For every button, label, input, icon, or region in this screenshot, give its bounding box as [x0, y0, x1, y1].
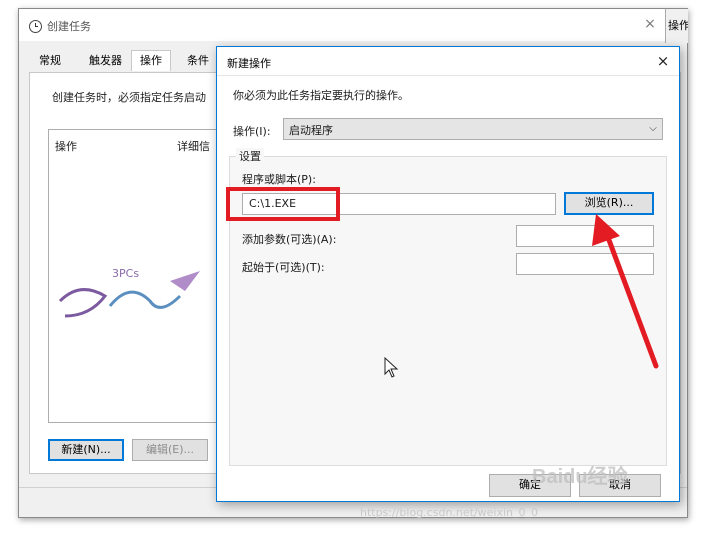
- arguments-input[interactable]: [516, 225, 654, 247]
- window-title: 创建任务: [47, 20, 91, 33]
- background-window-edge: 操作: [665, 9, 688, 43]
- edit-action-button[interactable]: 编辑(E)...: [132, 439, 208, 461]
- actions-description: 创建任务时，必须指定任务启动: [52, 91, 206, 104]
- tab-triggers[interactable]: 触发器: [81, 51, 130, 71]
- settings-group-title: 设置: [236, 148, 264, 164]
- clock-icon: [29, 20, 42, 33]
- dialog-body: 你必须为此任务指定要执行的操作。 操作(I): 启动程序 ⌵ 设置 程序或脚本(…: [217, 76, 679, 501]
- dialog-title: 新建操作: [227, 57, 271, 70]
- logo-swirl: [58, 288, 108, 318]
- dialog-instruction: 你必须为此任务指定要执行的操作。: [233, 89, 409, 102]
- close-icon[interactable]: ×: [653, 51, 673, 71]
- new-action-dialog: 新建操作 × 你必须为此任务指定要执行的操作。 操作(I): 启动程序 ⌵ 设置…: [216, 46, 680, 502]
- tab-conditions[interactable]: 条件: [179, 51, 217, 71]
- start-in-input[interactable]: [516, 253, 654, 275]
- dialog-title-bar: 新建操作 ×: [217, 47, 679, 76]
- chevron-down-icon[interactable]: ⌵: [646, 120, 660, 138]
- baidu-watermark: Baidu经验: [532, 466, 628, 488]
- title-bar: 创建任务 ×: [19, 9, 687, 41]
- action-dropdown[interactable]: 启动程序 ⌵: [283, 118, 663, 140]
- action-dropdown-value: 启动程序: [289, 124, 333, 137]
- new-action-button[interactable]: 新建(N)...: [48, 439, 124, 461]
- logo-text: 3PCs: [112, 267, 139, 280]
- action-label: 操作(I):: [233, 125, 271, 138]
- close-icon[interactable]: ×: [641, 15, 659, 33]
- logo-wave: [108, 290, 182, 309]
- tab-actions[interactable]: 操作: [131, 50, 171, 71]
- 3pcs-logo: 3PCs: [58, 267, 200, 318]
- logo-butterfly: [170, 271, 200, 291]
- browse-button[interactable]: 浏览(R)...: [564, 192, 654, 215]
- program-label: 程序或脚本(P):: [242, 173, 316, 186]
- column-header-details[interactable]: 详细信: [177, 138, 210, 154]
- background-window-label: 操作: [668, 19, 688, 32]
- url-watermark: https://blog.csdn.net/weixin_0_0: [360, 506, 539, 519]
- arguments-label: 添加参数(可选)(A):: [242, 233, 337, 246]
- highlight-box-annotation: [226, 187, 340, 221]
- tab-general[interactable]: 常规: [31, 51, 69, 71]
- mouse-cursor-icon: [384, 357, 399, 378]
- start-in-label: 起始于(可选)(T):: [242, 261, 325, 274]
- column-header-action[interactable]: 操作: [55, 138, 77, 154]
